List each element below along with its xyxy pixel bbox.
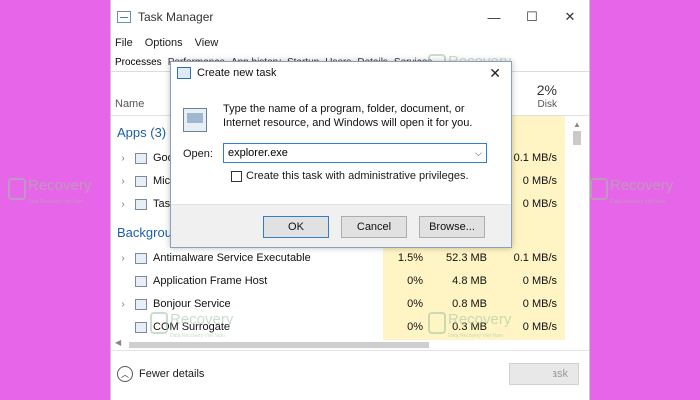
watermark-tagline: Data Recovery Viet Nam — [28, 199, 83, 205]
expand-icon[interactable]: › — [115, 253, 131, 264]
recovery-logo-icon — [8, 178, 26, 200]
apps-group-header[interactable]: Apps (3) — [117, 125, 166, 140]
process-icon — [135, 252, 147, 264]
process-icon — [135, 321, 147, 333]
vertical-scrollbar[interactable]: ▲ — [571, 120, 583, 340]
recovery-logo-icon — [428, 312, 446, 334]
process-icon — [135, 298, 147, 310]
cancel-button[interactable]: Cancel — [341, 216, 407, 238]
close-button[interactable]: ✕ — [551, 0, 589, 34]
checkbox-box[interactable] — [231, 170, 242, 182]
cpu-value: 0% — [407, 321, 423, 333]
disk-value: 0 MB/s — [522, 275, 557, 287]
process-name: Antimalware Service Executable — [153, 252, 311, 264]
watermark: Recovery Data Recovery Viet Nam — [590, 178, 673, 210]
footer: ︿ Fewer details End task — [111, 350, 589, 400]
create-task-dialog: Create new task ✕ Type the name of a pro… — [170, 61, 512, 248]
task-manager-icon — [135, 198, 147, 210]
watermark-tagline: Data Recovery Viet Nam — [610, 199, 665, 205]
cpu-value: 0% — [407, 298, 423, 310]
watermark-tagline: Data Recovery Viet Nam — [448, 333, 503, 339]
cpu-value: 0% — [407, 275, 423, 287]
expand-icon[interactable]: › — [115, 153, 131, 164]
menu-options[interactable]: Options — [145, 37, 183, 49]
dialog-title: Create new task — [197, 67, 277, 79]
window-title: Task Manager — [138, 10, 214, 24]
watermark-brand: Recovery — [28, 177, 92, 194]
menu-bar: File Options View — [111, 34, 589, 52]
memory-value: 52.3 MB — [446, 252, 487, 264]
run-program-icon — [183, 108, 207, 132]
fewer-details-label: Fewer details — [139, 368, 205, 380]
task-manager-icon — [117, 11, 131, 23]
disk-value: 0.1 MB/s — [513, 252, 557, 264]
process-icon — [135, 275, 147, 287]
recovery-logo-icon — [590, 178, 608, 200]
scroll-up-icon[interactable]: ▲ — [571, 120, 583, 129]
watermark: Recovery Data Recovery Viet Nam — [150, 312, 233, 344]
watermark-brand: Recovery — [448, 311, 512, 328]
dialog-description: Type the name of a program, folder, docu… — [223, 103, 473, 129]
minimize-button[interactable]: — — [475, 0, 513, 34]
window-controls: — ☐ ✕ — [475, 0, 589, 34]
expand-icon[interactable]: › — [115, 299, 131, 310]
tab-processes[interactable]: Processes — [113, 57, 166, 71]
run-icon — [177, 67, 191, 79]
disk-total: 2% — [536, 82, 557, 98]
chevron-down-icon[interactable]: ⌵ — [475, 148, 482, 159]
expand-icon[interactable]: › — [115, 176, 131, 187]
background-group-header[interactable]: Backgrou — [117, 225, 172, 240]
maximize-button[interactable]: ☐ — [513, 0, 551, 34]
watermark: Recovery Data Recovery Viet Nam — [428, 312, 511, 344]
scroll-thumb[interactable] — [573, 131, 581, 145]
column-disk[interactable]: Disk — [538, 99, 557, 110]
dialog-close-button[interactable]: ✕ — [489, 65, 501, 82]
checkbox-label: Create this task with administrative pri… — [246, 170, 469, 182]
chrome-icon — [135, 152, 147, 164]
browse-button[interactable]: Browse... — [419, 216, 485, 238]
ok-button[interactable]: OK — [263, 216, 329, 238]
chevron-up-icon: ︿ — [117, 366, 133, 382]
dialog-footer: OK Cancel Browse... — [171, 204, 511, 247]
expand-icon[interactable]: › — [115, 199, 131, 210]
watermark-tagline: Data Recovery Viet Nam — [170, 333, 225, 339]
process-name: Application Frame Host — [153, 275, 268, 287]
admin-privileges-checkbox[interactable]: Create this task with administrative pri… — [231, 170, 469, 182]
word-icon — [135, 175, 147, 187]
menu-view[interactable]: View — [195, 37, 219, 49]
memory-value: 0.8 MB — [452, 298, 487, 310]
end-task-button[interactable]: End task — [509, 363, 579, 385]
fewer-details-button[interactable]: ︿ Fewer details — [117, 366, 204, 382]
dialog-body: Type the name of a program, folder, docu… — [171, 84, 511, 206]
watermark-brand: Recovery — [610, 177, 674, 194]
watermark: Recovery Data Recovery Viet Nam — [8, 178, 91, 210]
watermark-brand: Recovery — [170, 311, 234, 328]
end-task-label: End task — [525, 368, 568, 380]
memory-value: 4.8 MB — [452, 275, 487, 287]
dialog-title-bar[interactable]: Create new task — [171, 62, 511, 84]
process-name: Bonjour Service — [153, 298, 231, 310]
scroll-left-icon[interactable]: ◀ — [115, 338, 121, 347]
cpu-value: 1.5% — [397, 252, 423, 264]
open-label: Open: — [183, 148, 213, 160]
recovery-logo-icon — [150, 312, 168, 334]
disk-value: 0 MB/s — [522, 298, 557, 310]
column-name[interactable]: Name — [115, 98, 144, 110]
menu-file[interactable]: File — [115, 37, 133, 49]
open-input[interactable] — [223, 143, 487, 163]
